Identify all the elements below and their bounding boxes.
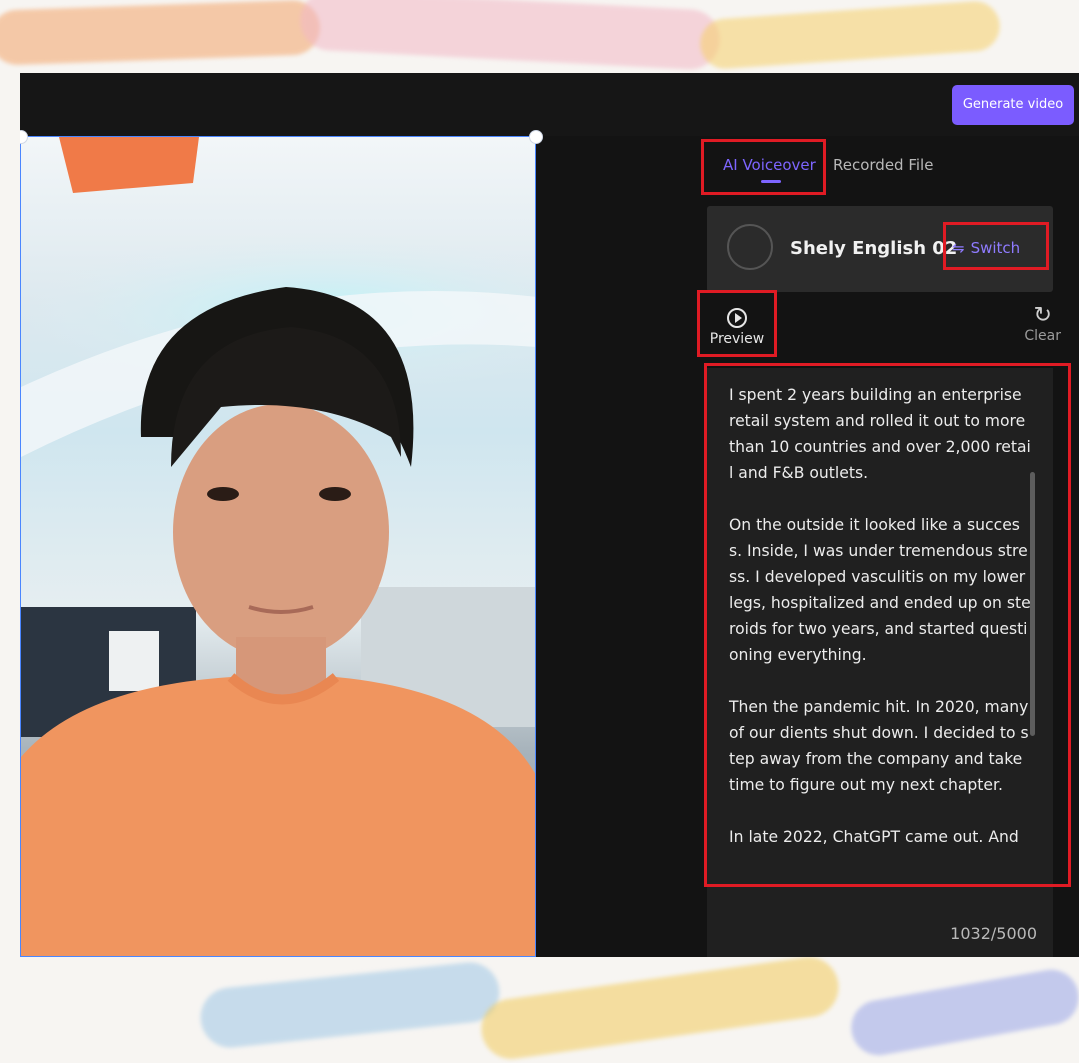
- clear-label: Clear: [1024, 328, 1061, 344]
- highlight-switch: [943, 222, 1049, 270]
- brush-stroke-indigo: [846, 965, 1079, 1060]
- tab-recorded-file[interactable]: Recorded File: [833, 156, 933, 174]
- generate-video-button[interactable]: Generate video: [952, 85, 1074, 125]
- highlight-script: [704, 363, 1071, 887]
- brush-stroke-blue: [197, 959, 503, 1051]
- character-count: 1032/5000: [950, 924, 1037, 943]
- clear-button[interactable]: ↻ Clear: [1024, 303, 1061, 345]
- top-toolbar: Generate video: [20, 73, 1079, 136]
- brush-stroke-gold: [477, 953, 843, 1063]
- brush-stroke-orange: [0, 0, 321, 66]
- refresh-icon: ↻: [1033, 303, 1052, 328]
- avatar-photo: [21, 137, 535, 956]
- voice-name: Shely English 02: [790, 238, 958, 259]
- voice-avatar: [727, 224, 773, 270]
- video-canvas[interactable]: [20, 136, 536, 957]
- highlight-ai-voiceover: [701, 139, 826, 195]
- brush-stroke-pink: [298, 0, 722, 71]
- highlight-preview: [697, 290, 777, 357]
- resize-handle-top-right[interactable]: [529, 130, 543, 144]
- brush-stroke-yellow: [698, 0, 1002, 71]
